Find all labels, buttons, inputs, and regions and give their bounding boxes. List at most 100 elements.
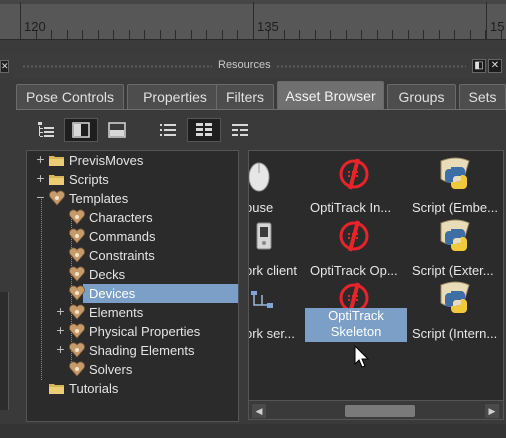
tree-item-tutorials[interactable]: Tutorials	[27, 379, 238, 398]
list-view-icon[interactable]	[155, 118, 181, 142]
scroll-left-icon[interactable]: ◀	[252, 404, 266, 418]
asset-grid[interactable]: ouse OptiTrack In... Script (Embe... ork…	[248, 150, 504, 420]
timeline-ruler[interactable]: 120 135 15	[0, 0, 506, 40]
ruler-minor-tick	[206, 30, 207, 40]
python-script-icon[interactable]	[437, 217, 475, 255]
expand-icon[interactable]: +	[35, 171, 46, 185]
expand-icon[interactable]: +	[35, 152, 46, 166]
split-horizontal-icon[interactable]	[104, 118, 130, 142]
expand-icon[interactable]: +	[55, 342, 66, 356]
asset-label: Script (Exter...	[412, 263, 494, 278]
tab-sets[interactable]: Sets	[459, 84, 506, 110]
tree-item-elements[interactable]: + Elements	[27, 303, 238, 322]
ruler-minor-tick	[191, 30, 192, 40]
tree-item-templates[interactable]: − Templates	[27, 189, 238, 208]
template-icon	[69, 304, 85, 320]
tree-item-label: Scripts	[69, 172, 109, 187]
scroll-right-icon[interactable]: ▶	[485, 404, 499, 418]
template-icon	[69, 361, 85, 377]
horizontal-scrollbar[interactable]: ◀ ▶	[249, 400, 503, 419]
folder-icon	[49, 156, 64, 166]
asset-label: OptiTrack In...	[310, 200, 392, 215]
tab-underline	[16, 109, 506, 110]
side-close-button[interactable]: ✕	[0, 60, 9, 73]
tree-item-previsMoves[interactable]: + PrevisMoves	[27, 151, 238, 170]
restore-panel-button[interactable]: ◧	[472, 59, 486, 73]
template-icon	[69, 342, 85, 358]
tree-item-shading-elements[interactable]: + Shading Elements	[27, 341, 238, 360]
tree-item-label: Tutorials	[69, 381, 119, 396]
tab-groups[interactable]: Groups	[387, 84, 456, 110]
tree-item-solvers[interactable]: Solvers	[27, 360, 238, 379]
asset-label: OptiTrack Op...	[310, 263, 398, 278]
ruler-label: 15	[490, 19, 505, 34]
resources-panel-header[interactable]: Resources ◧ ✕	[0, 54, 506, 78]
tab-properties[interactable]: Properties	[127, 84, 223, 110]
panel-title: Resources	[218, 59, 271, 71]
ruler-minor-tick	[237, 30, 238, 40]
ruler-minor-tick	[129, 30, 130, 40]
tree-item-label: Commands	[89, 229, 156, 244]
grip-dots	[276, 65, 466, 68]
network-client-icon	[256, 222, 272, 250]
detail-view-icon[interactable]	[227, 118, 253, 142]
ruler-minor-tick	[160, 30, 161, 40]
tab-pose-controls[interactable]: Pose Controls	[16, 84, 124, 110]
template-icon	[69, 285, 85, 301]
ruler-minor-tick	[67, 30, 68, 40]
scrollbar-thumb[interactable]	[345, 405, 415, 417]
tree-item-physical-properties[interactable]: + Physical Properties	[27, 322, 238, 341]
ruler-minor-tick	[284, 30, 285, 40]
tab-asset-browser[interactable]: Asset Browser	[277, 81, 384, 110]
mouse-cursor-icon	[354, 345, 370, 368]
template-icon	[69, 266, 85, 282]
ruler-minor-tick	[408, 30, 409, 40]
icon-grid-view-icon[interactable]	[187, 118, 221, 142]
asset-label-line: Skeleton	[330, 324, 382, 339]
tree-item-commands[interactable]: Commands	[27, 227, 238, 246]
resource-tree[interactable]: + PrevisMoves + Scripts − Templates Char…	[26, 150, 239, 422]
tree-view-icon[interactable]	[33, 118, 59, 142]
python-script-icon[interactable]	[437, 279, 475, 317]
optitrack-icon[interactable]	[337, 157, 371, 191]
tree-item-label: PrevisMoves	[69, 153, 144, 168]
ruler-minor-tick	[51, 30, 52, 40]
ruler-minor-tick	[377, 30, 378, 40]
tree-item-constraints[interactable]: Constraints	[27, 246, 238, 265]
template-icon	[69, 228, 85, 244]
ruler-label: 120	[24, 19, 46, 34]
left-dock-strip	[0, 292, 9, 410]
ruler-minor-tick	[485, 30, 486, 40]
collapse-icon[interactable]: −	[35, 190, 46, 204]
ruler-minor-tick	[346, 30, 347, 40]
ruler-minor-tick	[175, 30, 176, 40]
expand-icon[interactable]: +	[55, 323, 66, 337]
ruler-major-tick	[486, 2, 487, 40]
asset-label-line: OptiTrack	[328, 308, 384, 323]
close-panel-button[interactable]: ✕	[488, 59, 502, 73]
tree-item-decks[interactable]: Decks	[27, 265, 238, 284]
ruler-minor-tick	[470, 30, 471, 40]
ruler-minor-tick	[20, 30, 21, 40]
tree-item-characters[interactable]: Characters	[27, 208, 238, 227]
tree-item-label: Decks	[89, 267, 126, 282]
ruler-minor-tick	[392, 30, 393, 40]
expand-icon[interactable]: +	[55, 304, 66, 318]
tree-item-label: Templates	[69, 191, 129, 206]
ruler-minor-tick	[423, 30, 424, 40]
template-icon	[69, 247, 85, 263]
tree-item-label: Characters	[89, 210, 153, 225]
folder-icon	[49, 384, 64, 394]
asset-label: ork ser...	[248, 326, 295, 341]
python-script-icon[interactable]	[437, 155, 475, 193]
optitrack-icon[interactable]	[337, 219, 371, 253]
ruler-gap	[0, 40, 506, 54]
split-vertical-icon[interactable]	[64, 118, 98, 142]
asset-item-optitrack-skeleton[interactable]: OptiTrack Skeleton	[305, 308, 407, 342]
ruler-minor-tick	[144, 30, 145, 40]
ruler-minor-tick	[361, 30, 362, 40]
ruler-minor-tick	[315, 30, 316, 40]
tab-filters[interactable]: Filters	[216, 84, 274, 110]
tree-item-scripts[interactable]: + Scripts	[27, 170, 238, 189]
tree-item-devices[interactable]: Devices	[27, 284, 238, 303]
